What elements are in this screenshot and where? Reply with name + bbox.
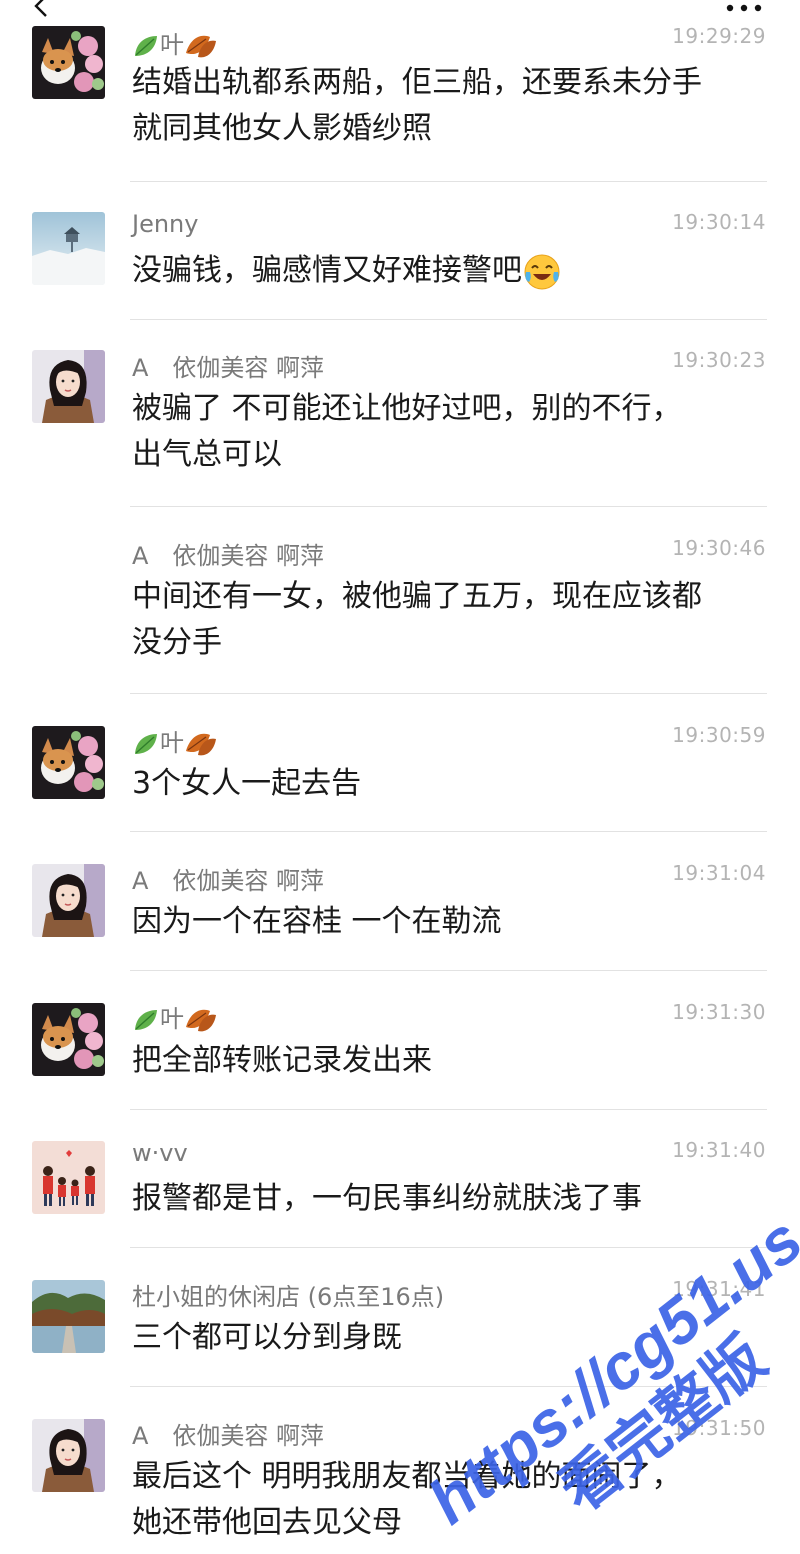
sender-name: A 依伽美容 啊萍 <box>132 1422 325 1450</box>
message-item[interactable]: 叶 19:30:59 3个女人一起去告 <box>0 694 800 832</box>
sender-name: 叶 <box>132 723 218 759</box>
message-text: 结婚出轨都系两船，佢三船，还要系未分手 就同其他女人影婚纱照 <box>132 65 702 146</box>
message-time: 19:31:30 <box>672 1000 766 1024</box>
fallen-leaf-icon <box>186 1009 216 1032</box>
sender-name: 叶 <box>132 999 218 1035</box>
avatar[interactable] <box>32 350 105 423</box>
message-item[interactable]: A 依伽美容 啊萍 19:30:46 中间还有一女，被他骗了五万，现在应该都 没… <box>0 507 800 694</box>
message-time: 19:30:14 <box>672 210 766 234</box>
fallen-leaf-icon <box>186 35 216 58</box>
leaf-icon <box>135 36 157 56</box>
message-item[interactable]: w·vv 19:31:40 报警都是甘，一句民事纠纷就肤浅了事 <box>0 1109 800 1248</box>
message-time: 19:29:29 <box>672 24 766 48</box>
more-dots-icon[interactable] <box>724 0 764 16</box>
sender-name: 杜小姐的休闲店 (6点至16点) <box>132 1283 445 1311</box>
message-text: 三个都可以分到身既 <box>132 1320 402 1355</box>
avatar[interactable] <box>32 1003 105 1076</box>
message-time: 19:31:04 <box>672 861 766 885</box>
message-time: 19:30:23 <box>672 348 766 372</box>
message-time: 19:31:40 <box>672 1138 766 1162</box>
message-text: 把全部转账记录发出来 <box>132 1043 432 1078</box>
avatar[interactable] <box>32 26 105 99</box>
avatar[interactable] <box>32 1419 105 1492</box>
crying-laughing-emoji <box>524 254 560 289</box>
message-item[interactable]: 杜小姐的休闲店 (6点至16点) 19:31:41 三个都可以分到身既 <box>0 1248 800 1387</box>
message-item[interactable]: A 依伽美容 啊萍 19:31:04 因为一个在容桂 一个在勒流 <box>0 832 800 971</box>
message-text: 3个女人一起去告 <box>132 766 362 801</box>
sender-name: Jenny <box>132 210 199 238</box>
message-text: 中间还有一女，被他骗了五万，现在应该都 没分手 <box>132 579 702 660</box>
avatar[interactable] <box>32 1141 105 1214</box>
avatar[interactable] <box>32 212 105 285</box>
message-item[interactable]: A 依伽美容 啊萍 19:30:23 被骗了 不可能还让他好过吧，别的不行， 出… <box>0 320 800 507</box>
message-time: 19:30:46 <box>672 536 766 560</box>
message-item[interactable]: Jenny 19:30:14 没骗钱，骗感情又好难接警吧 <box>0 182 800 320</box>
message-item[interactable]: 叶 19:31:30 把全部转账记录发出来 <box>0 971 800 1110</box>
chevron-left-icon[interactable] <box>30 0 54 18</box>
sender-name: A 依伽美容 啊萍 <box>132 354 325 382</box>
sender-name: w·vv <box>132 1139 188 1167</box>
avatar[interactable] <box>32 1280 105 1353</box>
sender-name: A 依伽美容 啊萍 <box>132 542 325 570</box>
message-time: 19:31:50 <box>672 1416 766 1440</box>
message-text: 因为一个在容桂 一个在勒流 <box>132 904 502 939</box>
message-text: 没骗钱，骗感情又好难接警吧 <box>132 248 772 294</box>
message-item[interactable]: 叶 19:29:29 结婚出轨都系两船，佢三船，还要系未分手 就同其他女人影婚纱… <box>0 22 800 182</box>
message-time: 19:31:41 <box>672 1277 766 1301</box>
avatar[interactable] <box>32 726 105 799</box>
message-text: 被骗了 不可能还让他好过吧，别的不行， 出气总可以 <box>132 391 682 472</box>
leaf-icon <box>135 734 157 754</box>
message-text: 报警都是甘，一句民事纠纷就肤浅了事 <box>132 1181 642 1216</box>
avatar[interactable] <box>32 864 105 937</box>
fallen-leaf-icon <box>186 733 216 756</box>
sender-name: A 依伽美容 啊萍 <box>132 867 325 895</box>
message-time: 19:30:59 <box>672 723 766 747</box>
message-text: 最后这个 明明我朋友都当着她的面闹了， 她还带他回去见父母 <box>132 1459 682 1540</box>
sender-name: 叶 <box>132 25 218 61</box>
leaf-icon <box>135 1010 157 1030</box>
top-bar <box>0 0 800 22</box>
message-item[interactable]: A 依伽美容 啊萍 19:31:50 最后这个 明明我朋友都当着她的面闹了， 她… <box>0 1387 800 1554</box>
